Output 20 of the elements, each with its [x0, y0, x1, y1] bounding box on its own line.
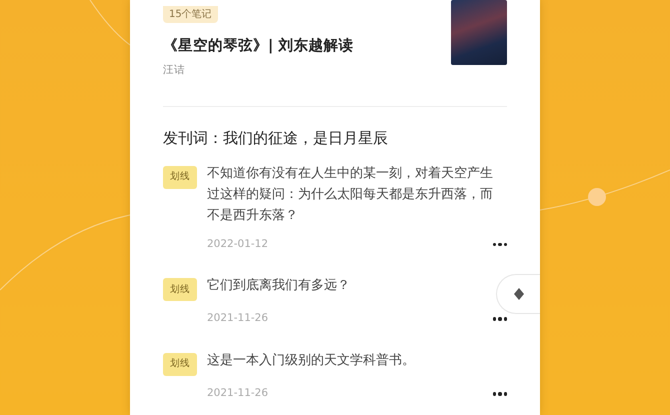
note-text: 它们到底离我们有多远？ [207, 277, 350, 296]
more-icon[interactable] [492, 317, 507, 321]
more-icon[interactable] [492, 392, 507, 396]
note-count-badge: 15个笔记 [163, 6, 218, 23]
book-cover-placeholder [451, 0, 507, 65]
highlight-tag: 划线 [163, 278, 197, 302]
orbit-dot-icon [588, 188, 606, 206]
more-icon[interactable] [492, 242, 507, 246]
chapter-title: 发刊词：我们的征途，是日月星辰 [163, 128, 389, 148]
note-date: 2022-01-12 [207, 236, 268, 252]
highlight-tag: 划线 [163, 166, 197, 189]
diamond-icon [514, 288, 524, 300]
scroll-toggle-button[interactable] [496, 274, 540, 314]
note-date: 2021-11-26 [207, 386, 268, 402]
note-date: 2021-11-26 [207, 311, 268, 326]
book-title: 《星空的琴弦》| 刘东越解读 [163, 36, 354, 56]
note-text: 不知道你有没有在人生中的某一刻，对着天空产生过这样的疑问：为什么太阳每天都是东升西落，而不是西升东落？ [207, 165, 494, 225]
book-author: 汪诘 [163, 62, 186, 78]
note-text: 这是一本入门级别的天文学科普书。 [207, 352, 415, 370]
highlight-tag: 划线 [163, 353, 197, 376]
